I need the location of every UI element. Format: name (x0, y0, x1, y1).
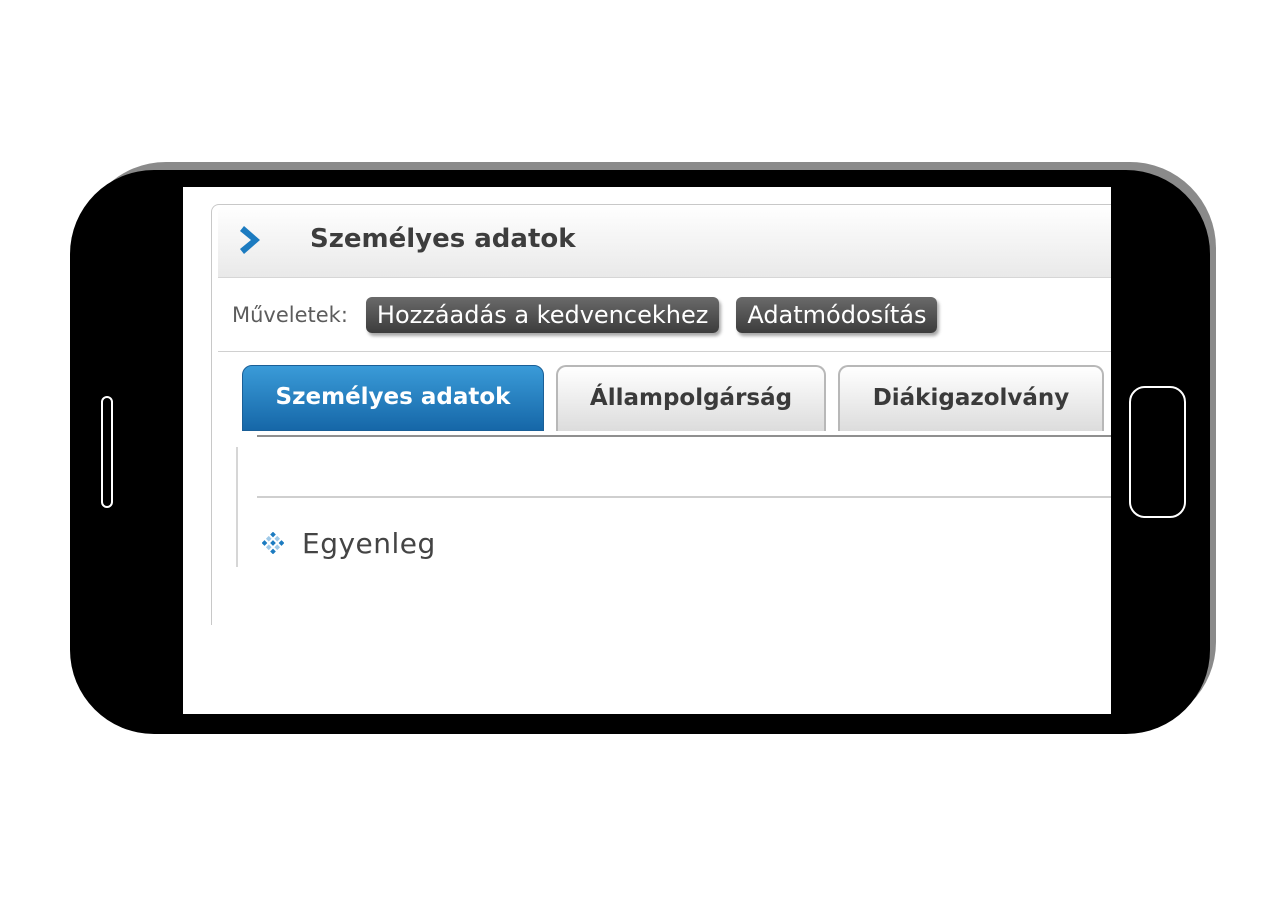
personal-data-panel: Személyes adatok Műveletek: Hozzáadás a … (211, 204, 1111, 625)
edit-data-button[interactable]: Adatmódosítás (736, 297, 938, 333)
stage: Személyes adatok Műveletek: Hozzáadás a … (0, 0, 1280, 905)
tab-student-card[interactable]: Diákigazolvány (838, 365, 1104, 431)
divider (218, 351, 1111, 352)
actions-bar: Műveletek: Hozzáadás a kedvencekhez Adat… (232, 295, 954, 335)
actions-label: Műveletek: (232, 303, 348, 327)
balance-item[interactable]: Egyenleg (262, 523, 436, 563)
add-to-favorites-button[interactable]: Hozzáadás a kedvencekhez (365, 297, 720, 333)
balance-label[interactable]: Egyenleg (302, 527, 436, 560)
panel-header: Személyes adatok (218, 205, 1111, 278)
tab-bar: Személyes adatok Állampolgárság Diákigaz… (242, 365, 1111, 431)
phone-screen: Személyes adatok Műveletek: Hozzáadás a … (183, 187, 1111, 714)
content-divider (257, 496, 1111, 498)
page-title: Személyes adatok (310, 224, 576, 254)
tab-personal-data[interactable]: Személyes adatok (242, 365, 544, 431)
home-button[interactable] (1129, 386, 1186, 518)
speaker-slot (101, 396, 113, 508)
panel-left-edge (236, 447, 238, 567)
diamond-bullet-icon (262, 532, 284, 554)
chevron-right-icon[interactable] (238, 223, 268, 257)
tab-citizenship[interactable]: Állampolgárság (556, 365, 826, 431)
tabs-underline (257, 435, 1111, 437)
